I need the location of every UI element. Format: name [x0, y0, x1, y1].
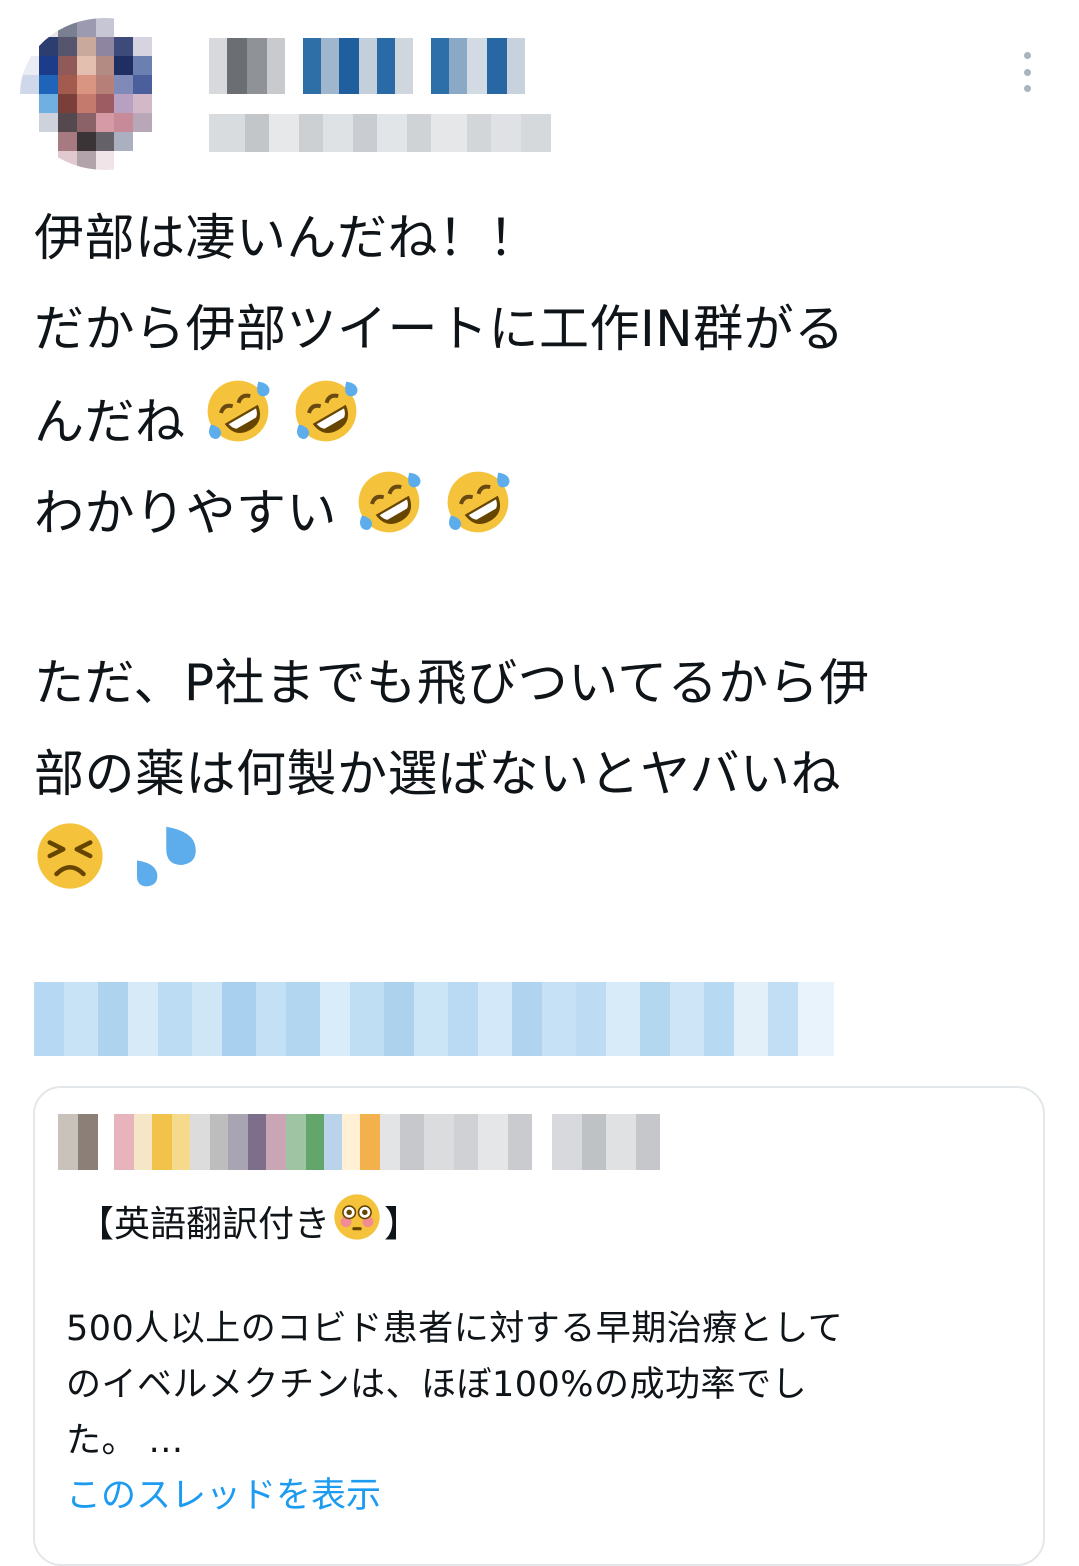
- tweet-line: ただ、P社までも飛びついてるから伊: [34, 654, 870, 712]
- display-name[interactable]: [209, 38, 525, 94]
- show-thread-link[interactable]: このスレッドを表示: [66, 1470, 381, 1522]
- tweet-text: 伊部は凄いんだね！！ だから伊部ツイートに工作IN群がる んだね わかりやすい …: [34, 193, 1044, 911]
- tweet-line: 部の薬は何製か選ばないとヤバいね: [34, 745, 841, 803]
- rolling-on-floor-laughing-icon: [202, 375, 274, 476]
- quoted-tweet-heading: 【英語翻訳付き 】: [78, 1192, 420, 1258]
- more-vertical-icon[interactable]: [1016, 52, 1038, 92]
- tweet-line: んだね: [34, 393, 186, 451]
- tweet-line: わかりやすい: [34, 484, 337, 542]
- quoted-tweet-text: 500人以上のコビド患者に対する早期治療として のイベルメクチンは、ほぼ100%…: [66, 1301, 1006, 1469]
- tweet-line: 伊部は凄いんだね！！: [34, 209, 539, 267]
- quoted-line: 500人以上のコビド患者に対する早期治療として: [66, 1309, 844, 1349]
- tweet-line: だから伊部ツイートに工作IN群がる: [34, 300, 845, 358]
- flushed-face-icon: [332, 1192, 382, 1258]
- rolling-on-floor-laughing-icon: [353, 466, 425, 567]
- user-handle[interactable]: [209, 114, 551, 152]
- rolling-on-floor-laughing-icon: [290, 375, 362, 476]
- persevering-face-icon: [34, 820, 106, 921]
- quoted-line: た。 ...: [66, 1421, 184, 1461]
- rolling-on-floor-laughing-icon: [442, 466, 514, 567]
- avatar[interactable]: [20, 18, 190, 170]
- sweat-droplets-icon: [128, 820, 200, 921]
- link-url[interactable]: [34, 982, 834, 1056]
- quoted-line: のイベルメクチンは、ほぼ100%の成功率でし: [66, 1365, 808, 1405]
- quoted-user-name[interactable]: [58, 1114, 660, 1170]
